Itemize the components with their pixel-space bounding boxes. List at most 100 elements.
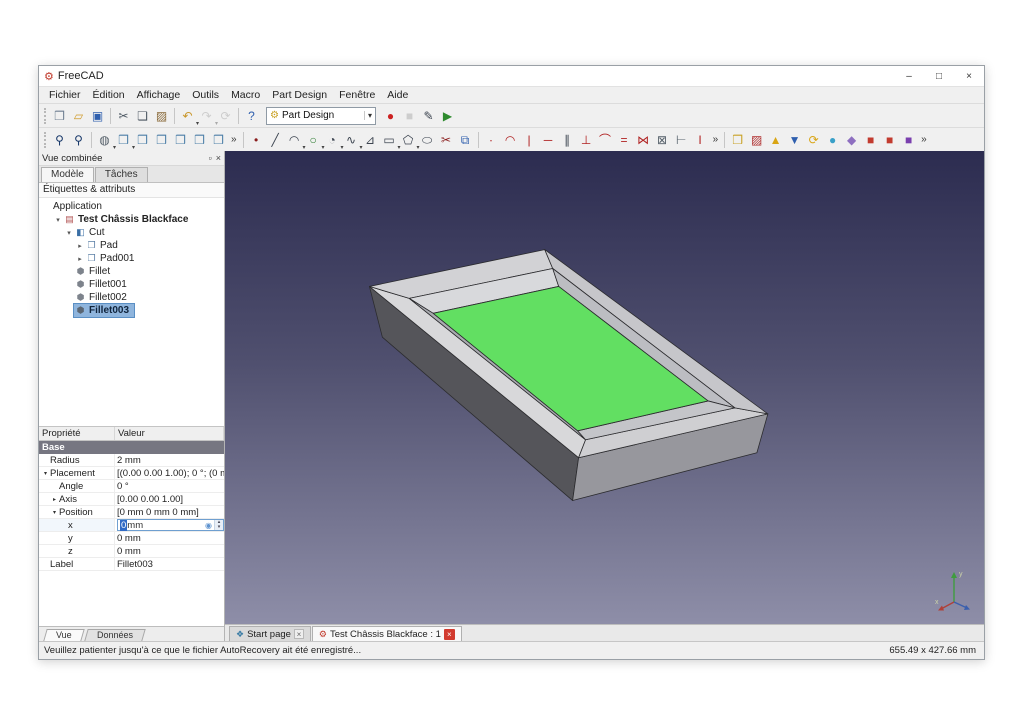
- property-expander-icon[interactable]: ▸: [50, 496, 59, 503]
- toolbar-overflow-button[interactable]: »: [918, 134, 930, 145]
- panel-tab-t-ches[interactable]: Tâches: [95, 167, 148, 182]
- view-bottom-icon[interactable]: ❒: [209, 130, 228, 150]
- save-icon[interactable]: ▣: [88, 106, 107, 126]
- pd-boolean-cut-icon[interactable]: ■: [880, 130, 899, 150]
- redo-icon[interactable]: ↷▾: [197, 106, 216, 126]
- view-rear-icon[interactable]: ❒: [190, 130, 209, 150]
- constraint-parallel-icon[interactable]: ∥: [558, 130, 577, 150]
- tree-item-application[interactable]: Application: [39, 200, 224, 213]
- menu-affichage[interactable]: Affichage: [131, 88, 187, 102]
- pd-fillet-icon[interactable]: ●: [823, 130, 842, 150]
- expression-editor-icon[interactable]: ◉: [205, 521, 212, 530]
- close-button[interactable]: ×: [954, 66, 984, 86]
- view-isometric-icon[interactable]: ❒▾: [114, 130, 133, 150]
- pd-create-sketch-icon[interactable]: ▨: [747, 130, 766, 150]
- zoom-selection-icon[interactable]: ⚲: [69, 130, 88, 150]
- property-expander-icon[interactable]: ▾: [41, 470, 50, 477]
- tree-item-fillet[interactable]: ⬢Fillet: [39, 265, 224, 278]
- sketch-rectangle-icon[interactable]: ▭▾: [380, 130, 399, 150]
- property-row-placement[interactable]: ▾Placement[(0.00 0.00 1.00); 0 °; (0 mm …: [39, 467, 224, 480]
- menu-macro[interactable]: Macro: [225, 88, 266, 102]
- constraint-symmetric-icon[interactable]: ⋈: [634, 130, 653, 150]
- pd-boolean-common-icon[interactable]: ■: [899, 130, 918, 150]
- toolbar-drag-handle[interactable]: [44, 132, 47, 148]
- pd-revolution-icon[interactable]: ⟳: [804, 130, 823, 150]
- document-tab-close-icon[interactable]: ×: [444, 629, 455, 640]
- menu-outils[interactable]: Outils: [186, 88, 225, 102]
- document-tab-test-ch-ssis-blackface-1[interactable]: ⚙Test Châssis Blackface : 1×: [312, 626, 462, 641]
- sketch-polyline-icon[interactable]: ⊿: [361, 130, 380, 150]
- macro-record-icon[interactable]: ●: [381, 106, 400, 126]
- tree-item-pad001[interactable]: ▸❒Pad001: [39, 252, 224, 265]
- macro-stop-icon[interactable]: ■: [400, 106, 419, 126]
- workbench-selector[interactable]: ⚙Part Design▾: [266, 107, 376, 125]
- pd-pad-icon[interactable]: ▲: [766, 130, 785, 150]
- pd-boolean-fuse-icon[interactable]: ■: [861, 130, 880, 150]
- constraint-point-on-object-icon[interactable]: ◠: [501, 130, 520, 150]
- draw-style-icon[interactable]: ◍▾: [95, 130, 114, 150]
- tree-item-test-ch-ssis-blackface[interactable]: ▾▤Test Châssis Blackface: [39, 213, 224, 226]
- menu-dition[interactable]: Édition: [87, 88, 131, 102]
- tree-item-fillet001[interactable]: ⬢Fillet001: [39, 278, 224, 291]
- refresh-icon[interactable]: ⟳: [216, 106, 235, 126]
- sketch-external-geometry-icon[interactable]: ⧉: [456, 130, 475, 150]
- property-row-angle[interactable]: Angle0 °: [39, 480, 224, 493]
- copy-icon[interactable]: ❏: [133, 106, 152, 126]
- whatsthis-icon[interactable]: ?: [242, 106, 261, 126]
- property-row-axis[interactable]: ▸Axis[0.00 0.00 1.00]: [39, 493, 224, 506]
- property-row-z[interactable]: z0 mm: [39, 545, 224, 558]
- property-row-x[interactable]: x0 mm◉▴▾: [39, 519, 224, 532]
- maximize-button[interactable]: □: [924, 66, 954, 86]
- pd-chamfer-icon[interactable]: ◆: [842, 130, 861, 150]
- tree-expander-icon[interactable]: ▾: [64, 229, 74, 237]
- constraint-dimension-icon[interactable]: I: [691, 130, 710, 150]
- constraint-vertical-icon[interactable]: |: [520, 130, 539, 150]
- view-top-icon[interactable]: ❒: [152, 130, 171, 150]
- property-view-tab-donn-es[interactable]: Données: [84, 629, 145, 641]
- menu-aide[interactable]: Aide: [381, 88, 414, 102]
- constraint-equal-icon[interactable]: =: [615, 130, 634, 150]
- constraint-coincident-icon[interactable]: ∙: [482, 130, 501, 150]
- toolbar-overflow-button[interactable]: »: [710, 134, 722, 145]
- undo-icon[interactable]: ↶▾: [178, 106, 197, 126]
- menu-fen-tre[interactable]: Fenêtre: [333, 88, 381, 102]
- fit-all-icon[interactable]: ⚲: [50, 130, 69, 150]
- menu-fichier[interactable]: Fichier: [43, 88, 87, 102]
- tree-item-pad[interactable]: ▸❒Pad: [39, 239, 224, 252]
- macro-edit-icon[interactable]: ✎: [419, 106, 438, 126]
- pd-pocket-icon[interactable]: ▼: [785, 130, 804, 150]
- constraint-block-icon[interactable]: ⊢: [672, 130, 691, 150]
- sketch-circle-icon[interactable]: ○▾: [304, 130, 323, 150]
- property-expander-icon[interactable]: ▾: [50, 509, 59, 516]
- tree-item-fillet002[interactable]: ⬢Fillet002: [39, 291, 224, 304]
- sketch-trim-icon[interactable]: ✂: [437, 130, 456, 150]
- titlebar[interactable]: ⚙ FreeCAD – □ ×: [39, 66, 984, 86]
- document-tab-start-page[interactable]: ❖Start page×: [229, 626, 311, 641]
- tree-item-fillet003[interactable]: ⬢Fillet003: [39, 304, 224, 317]
- menu-part-design[interactable]: Part Design: [266, 88, 333, 102]
- pd-create-body-icon[interactable]: ❒: [728, 130, 747, 150]
- property-view-tab-vue[interactable]: Vue: [43, 629, 84, 641]
- sketch-polygon-icon[interactable]: ⬠▾: [399, 130, 418, 150]
- property-row-radius[interactable]: Radius2 mm: [39, 454, 224, 467]
- property-row-y[interactable]: y0 mm: [39, 532, 224, 545]
- tree-item-cut[interactable]: ▾◧Cut: [39, 226, 224, 239]
- open-file-icon[interactable]: ▱: [69, 106, 88, 126]
- tree-expander-icon[interactable]: ▸: [75, 242, 85, 250]
- 3d-viewport[interactable]: x y: [225, 151, 984, 624]
- constraint-tangent-icon[interactable]: ⌒: [596, 130, 615, 150]
- cut-icon[interactable]: ✂: [114, 106, 133, 126]
- constraint-horizontal-icon[interactable]: ─: [539, 130, 558, 150]
- minimize-button[interactable]: –: [894, 66, 924, 86]
- view-front-icon[interactable]: ❒: [133, 130, 152, 150]
- sketch-line-icon[interactable]: ╱: [266, 130, 285, 150]
- constraint-lock-icon[interactable]: ⊠: [653, 130, 672, 150]
- toolbar-overflow-button[interactable]: »: [228, 134, 240, 145]
- panel-titlebar[interactable]: Vue combinée ▫ ×: [39, 151, 224, 166]
- paste-icon[interactable]: ▨: [152, 106, 171, 126]
- constraint-perpendicular-icon[interactable]: ⊥: [577, 130, 596, 150]
- sketch-conic-icon[interactable]: ◔▾: [323, 130, 342, 150]
- new-file-icon[interactable]: ❒: [50, 106, 69, 126]
- spin-down-icon[interactable]: ▾: [215, 525, 223, 530]
- sketch-arc-icon[interactable]: ◠▾: [285, 130, 304, 150]
